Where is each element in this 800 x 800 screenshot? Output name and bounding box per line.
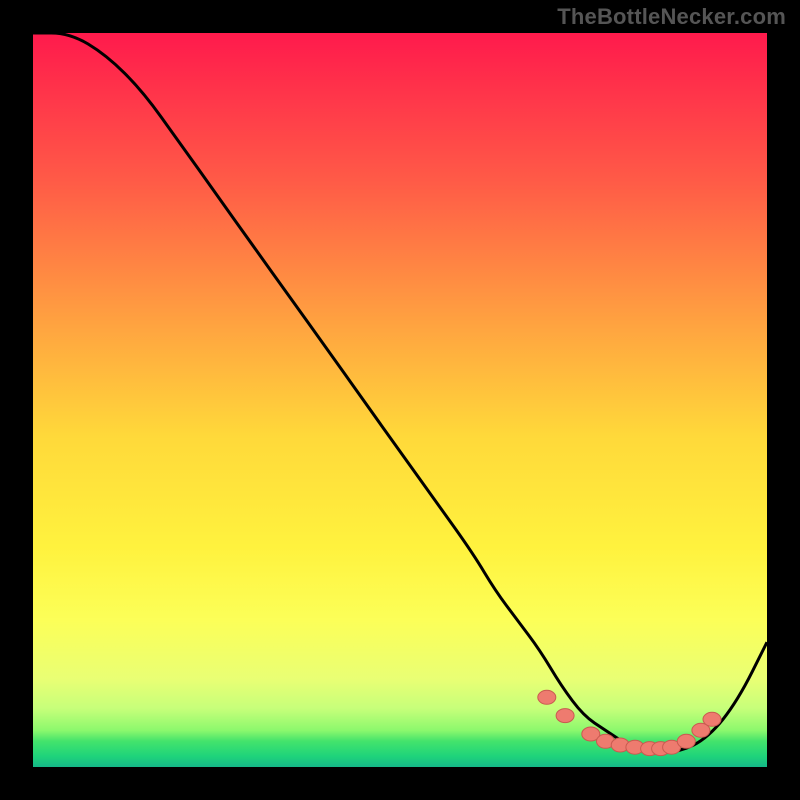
curve-marker bbox=[677, 734, 695, 748]
chart-frame: TheBottleNecker.com bbox=[0, 0, 800, 800]
curve-marker bbox=[703, 712, 721, 726]
plot-svg bbox=[33, 33, 767, 767]
curve-marker bbox=[538, 690, 556, 704]
plot-area bbox=[33, 33, 767, 767]
attribution-text: TheBottleNecker.com bbox=[557, 4, 786, 30]
curve-marker bbox=[556, 709, 574, 723]
gradient-background bbox=[33, 33, 767, 767]
